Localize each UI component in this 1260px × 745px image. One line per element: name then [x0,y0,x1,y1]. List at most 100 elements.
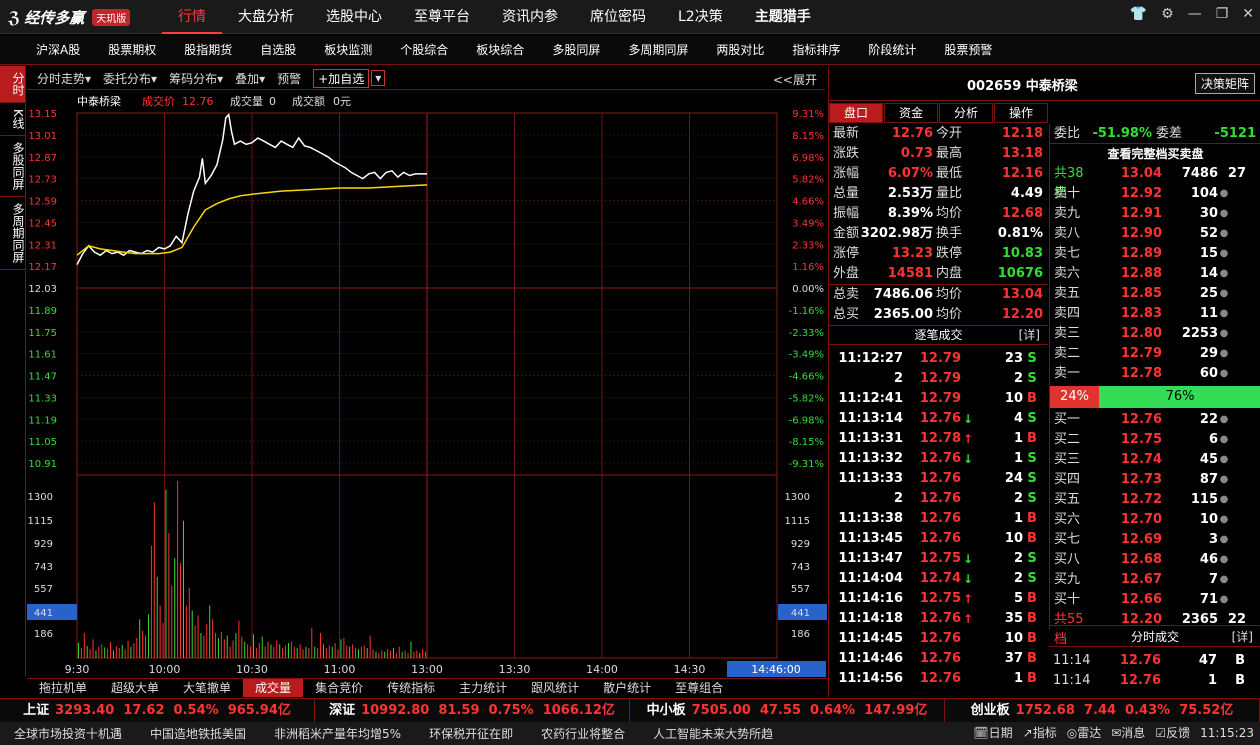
chart-tool-item[interactable]: 叠加▾ [229,72,271,86]
chart-tool-item[interactable]: 委托分布▾ [97,72,163,86]
total-label: 总买 [833,307,860,322]
index-item[interactable]: 深证 10992.80 81.59 0.75% 1066.12亿 [315,699,630,722]
expand-button[interactable]: <<展开 [773,71,817,88]
skin-icon[interactable]: 👕 [1130,6,1147,22]
sub-nav-item[interactable]: 沪深A股 [22,35,94,64]
quote-tab[interactable]: 操作 [994,103,1048,123]
indicator-button[interactable]: ↗指标 [1023,722,1057,745]
trade-side: S [1027,571,1037,586]
quote-tab[interactable]: 盘口 [829,103,883,123]
settings-icon[interactable]: ⚙ [1161,6,1174,22]
left-tab[interactable]: K线 [0,103,25,136]
level-volume: 87 [1199,472,1218,487]
main-nav-item[interactable]: 选股中心 [310,0,398,34]
left-tab[interactable]: 分时 [0,66,25,103]
sell-level-row: 卖四 12.83 11 ● [1050,304,1260,324]
level-dot-icon: ● [1219,248,1229,259]
main-nav-item[interactable]: 大盘分析 [222,0,310,34]
sub-nav-item[interactable]: 股票预警 [930,35,1006,64]
news-item[interactable]: 人工智能未来大势所趋 [639,725,787,742]
trade-price: 12.76 [919,411,961,426]
quote-tab[interactable]: 资金 [884,103,938,123]
feedback-button[interactable]: ☑反馈 [1155,722,1190,745]
sub-nav-item[interactable]: 指标排序 [778,35,854,64]
date-button[interactable]: 🗓日期 [973,722,1012,745]
sell-level-row: 卖十 12.92 104 ● [1050,184,1260,204]
minimize-icon[interactable]: — [1188,6,1202,22]
sub-nav-item[interactable]: 个股综合 [386,35,462,64]
news-item[interactable]: 非洲稻米产量年均增5% [260,725,415,742]
full-book-link[interactable]: 查看完整档买卖盘 [1050,144,1260,164]
main-nav-item[interactable]: 席位密码 [574,0,662,34]
level-dot-icon: ● [1219,594,1229,605]
decision-matrix-button[interactable]: 决策矩阵 [1194,73,1255,94]
indicator-tab[interactable]: 成交量 [243,679,304,697]
trade-row: 11:14:04 12.74 ↓ 2 S [829,569,1048,589]
news-item[interactable]: 环保税开征在即 [415,725,527,742]
trades-list[interactable]: 11:12:27 12.79 23 S 2 12.79 2 S 11:12:41 12.79 10 B… [829,349,1048,689]
status-tools: 🗓日期 ↗指标 ◎雷达 ✉消息 ☑反馈 11:15:23 [973,722,1254,745]
quote-label: 跌停 [936,246,963,261]
indicator-tab[interactable]: 传统指标 [375,679,447,697]
chart-tool-item[interactable]: 分时走势▾ [31,72,97,86]
sub-nav-item[interactable]: 股指期货 [170,35,246,64]
radar-button[interactable]: ◎雷达 [1067,722,1102,745]
sub-nav-item[interactable]: 多股同屏 [538,35,614,64]
down-arrow-icon: ↓ [962,572,974,586]
intraday-chart[interactable]: 中泰桥梁 成交价 12.76 成交量 0 成交额 0元 13.15 9.31% 13.01 8.15… [27,91,827,678]
wb-value: -51.98% [1092,126,1152,141]
maximize-icon[interactable]: ❐ [1216,6,1229,22]
news-item[interactable]: 全球市场投资十机遇 [0,725,136,742]
index-item[interactable]: 创业板 1752.68 7.44 0.43% 75.52亿 [945,699,1260,722]
main-nav-item[interactable]: L2决策 [662,0,739,34]
minute-trades-list[interactable]: 11:14 12.76 47 B 11:14 12.76 1 B [1049,651,1260,691]
chart-tool-item[interactable]: 筹码分布▾ [163,72,229,86]
chart-tool-item[interactable]: 预警 [271,72,307,86]
main-nav-item[interactable]: 行情 [162,0,222,34]
trade-row: 11:13:14 12.76 ↓ 4 S [829,409,1048,429]
level-volume: 6 [1208,432,1218,447]
level-price: 12.83 [1120,306,1162,321]
sub-nav-item[interactable]: 股票期权 [94,35,170,64]
quote-tab[interactable]: 分析 [939,103,993,123]
indicator-tab[interactable]: 跟风统计 [519,679,591,697]
main-nav-item[interactable]: 资讯内参 [486,0,574,34]
indicator-tab[interactable]: 散户统计 [591,679,663,697]
close-icon[interactable]: ✕ [1242,6,1254,22]
indicator-tab[interactable]: 超级大单 [99,679,171,697]
sub-nav-item[interactable]: 自选股 [246,35,310,64]
trade-side: B [1027,631,1037,646]
indicator-tab[interactable]: 至尊组合 [663,679,735,697]
sub-nav-item[interactable]: 板块综合 [462,35,538,64]
sub-nav-item[interactable]: 阶段统计 [854,35,930,64]
down-arrow-icon: ↓ [962,452,974,466]
sub-nav-item[interactable]: 板块监测 [310,35,386,64]
news-item[interactable]: 中国造地铁抵美国 [136,725,260,742]
level-volume: 25 [1199,286,1218,301]
indicator-tab[interactable]: 主力统计 [447,679,519,697]
avg-value: 12.20 [1001,307,1043,322]
indicator-tab[interactable]: 拖拉机单 [27,679,99,697]
add-watchlist-dropdown-icon[interactable]: ▾ [371,70,386,86]
sub-nav-item[interactable]: 两股对比 [702,35,778,64]
level-dot-icon: ● [1219,534,1229,545]
index-item[interactable]: 中小板 7505.00 47.55 0.64% 147.99亿 [630,699,945,722]
left-tab[interactable]: 多股同屏 [0,136,25,197]
message-button[interactable]: ✉消息 [1111,722,1145,745]
minute-trades-detail-link[interactable]: [详] [1232,626,1253,648]
news-item[interactable]: 农药行业将整合 [527,725,639,742]
left-tab[interactable]: 多周期同屏 [0,197,25,270]
level-volume: 3 [1208,532,1218,547]
main-nav-item[interactable]: 至尊平台 [398,0,486,34]
add-watchlist-button[interactable]: +加自选 [313,68,370,88]
top-bar: ℨ 经传多赢 天玑版 行情 大盘分析 选股中心 至尊平台 资讯内参 席位密码 L2决策 主题猎… [0,0,1260,34]
sub-nav-item[interactable]: 多周期同屏 [614,35,702,64]
indicator-tab[interactable]: 大笔撤单 [171,679,243,697]
index-item[interactable]: 上证 3293.40 17.62 0.54% 965.94亿 [0,699,315,722]
trade-row: 11:13:33 12.76 24 S [829,469,1048,489]
trades-detail-link[interactable]: [详] [1019,325,1040,345]
minute-price: 12.76 [1119,653,1161,668]
buy-level-row: 买八 12.68 46 ● [1050,550,1260,570]
main-nav-item[interactable]: 主题猎手 [739,0,827,34]
indicator-tab[interactable]: 集合竞价 [303,679,375,697]
